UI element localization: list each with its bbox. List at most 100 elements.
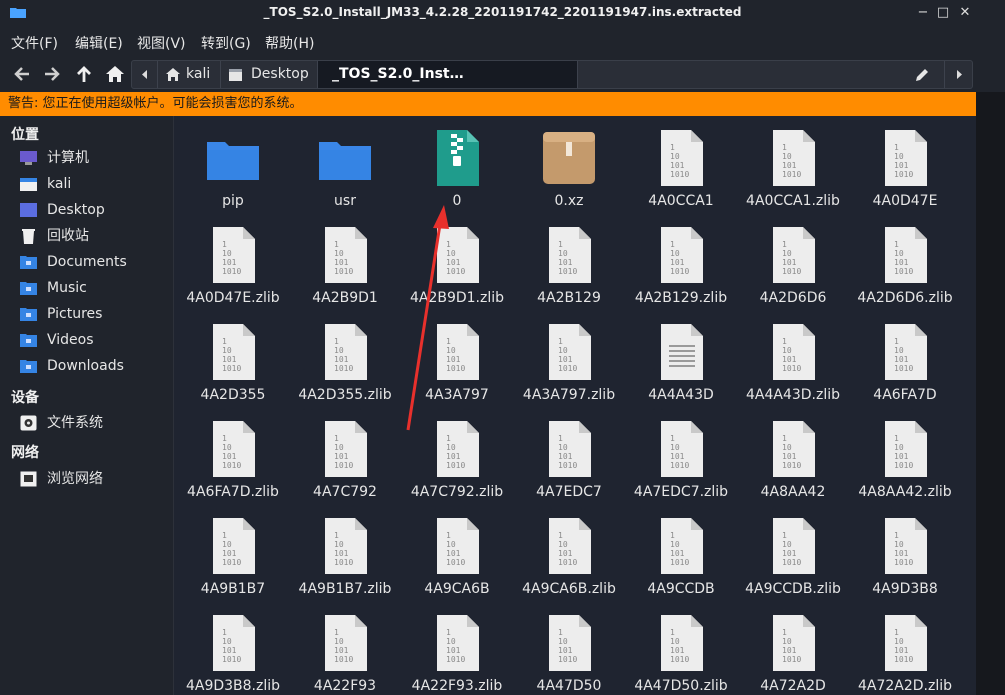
- file-item[interactable]: 1 10 101 1010 4A3A797: [401, 310, 513, 407]
- file-item[interactable]: 1 10 101 1010 4A6FA7D.zlib: [177, 407, 289, 504]
- file-item[interactable]: 1 10 101 1010 4A6FA7D: [849, 310, 961, 407]
- file-item[interactable]: 1 10 101 1010 4A7EDC7: [513, 407, 625, 504]
- binary-file-icon: 1 10 101 1010: [541, 324, 597, 380]
- file-item[interactable]: 1 10 101 1010 4A7EDC7.zlib: [625, 407, 737, 504]
- svg-text:1: 1: [446, 628, 451, 637]
- file-item[interactable]: 1 10 101 1010 4A8AA42.zlib: [849, 407, 961, 504]
- minimize-button[interactable]: −: [915, 5, 931, 21]
- svg-text:1010: 1010: [446, 364, 465, 373]
- back-arrow-icon[interactable]: [11, 63, 33, 85]
- file-name: 4A9CA6B: [424, 581, 490, 597]
- binary-file-icon: 1 10 101 1010: [765, 615, 821, 671]
- menu-edit[interactable]: 编辑(E): [75, 33, 123, 53]
- file-item[interactable]: 0: [401, 116, 513, 213]
- sidebar-item-downloads[interactable]: Downloads: [20, 354, 170, 378]
- file-item[interactable]: 1 10 101 1010 4A9CCDB: [625, 504, 737, 601]
- close-button[interactable]: ✕: [957, 5, 973, 21]
- sidebar-item-pictures[interactable]: Pictures: [20, 302, 170, 326]
- file-item[interactable]: 1 10 101 1010 4A0D47E: [849, 116, 961, 213]
- svg-text:10: 10: [446, 540, 456, 549]
- file-item[interactable]: 1 10 101 1010 4A9CCDB.zlib: [737, 504, 849, 601]
- crumb-kali[interactable]: kali: [158, 61, 221, 88]
- sidebar-item-kali[interactable]: kali: [20, 172, 170, 196]
- file-item[interactable]: 1 10 101 1010 4A0D47E.zlib: [177, 213, 289, 310]
- file-item[interactable]: 0.xz: [513, 116, 625, 213]
- file-item[interactable]: 1 10 101 1010 4A2B9D1: [289, 213, 401, 310]
- svg-text:1010: 1010: [782, 461, 801, 470]
- file-name: 4A0D47E.zlib: [186, 290, 280, 306]
- menu-file[interactable]: 文件(F): [11, 33, 58, 53]
- crumb-current-folder[interactable]: _TOS_S2.0_Inst… 47.ins.extracted: [318, 61, 578, 109]
- svg-text:101: 101: [222, 355, 237, 364]
- file-item[interactable]: 1 10 101 1010 4A72A2D.zlib: [849, 601, 961, 695]
- file-item[interactable]: 1 10 101 1010 4A0CCA1: [625, 116, 737, 213]
- menu-help[interactable]: 帮助(H): [265, 33, 314, 53]
- forward-arrow-icon[interactable]: [41, 63, 63, 85]
- file-item[interactable]: 1 10 101 1010 4A72A2D: [737, 601, 849, 695]
- svg-text:101: 101: [670, 646, 685, 655]
- binary-file-icon: 1 10 101 1010: [765, 518, 821, 574]
- file-item[interactable]: 1 10 101 1010 4A2D355.zlib: [289, 310, 401, 407]
- scrollbar-area[interactable]: [976, 92, 1005, 695]
- file-item[interactable]: 1 10 101 1010 4A2D355: [177, 310, 289, 407]
- folder-icon: [317, 130, 373, 186]
- file-item[interactable]: 1 10 101 1010 4A9B1B7.zlib: [289, 504, 401, 601]
- home-icon[interactable]: [104, 63, 126, 85]
- file-item[interactable]: 1 10 101 1010 4A9CA6B: [401, 504, 513, 601]
- crumb-desktop[interactable]: Desktop: [221, 61, 318, 88]
- sidebar-item-documents[interactable]: Documents: [20, 250, 170, 274]
- file-name: 0: [452, 193, 462, 209]
- file-item[interactable]: 1 10 101 1010 4A9CA6B.zlib: [513, 504, 625, 601]
- file-item[interactable]: 1 10 101 1010 4A47D50.zlib: [625, 601, 737, 695]
- file-item[interactable]: 1 10 101 1010 4A9B1B7: [177, 504, 289, 601]
- computer-icon: [20, 150, 37, 166]
- edit-path-button[interactable]: [912, 65, 944, 85]
- sidebar-item-desktop[interactable]: Desktop: [20, 198, 170, 222]
- zip-archive-icon: [429, 130, 485, 186]
- menu-view[interactable]: 视图(V): [137, 33, 186, 53]
- file-item[interactable]: 1 10 101 1010 4A2B129: [513, 213, 625, 310]
- sidebar-item-music[interactable]: Music: [20, 276, 170, 300]
- svg-text:10: 10: [894, 540, 904, 549]
- maximize-button[interactable]: □: [935, 5, 951, 21]
- file-item[interactable]: 1 10 101 1010 4A8AA42: [737, 407, 849, 504]
- svg-text:101: 101: [670, 549, 685, 558]
- svg-text:1010: 1010: [782, 170, 801, 179]
- svg-text:1: 1: [446, 531, 451, 540]
- file-item[interactable]: 1 10 101 1010 4A0CCA1.zlib: [737, 116, 849, 213]
- sidebar-item-计算机[interactable]: 计算机: [20, 146, 170, 170]
- svg-text:1010: 1010: [334, 558, 353, 567]
- file-name: 4A2B129.zlib: [634, 290, 728, 306]
- file-item[interactable]: 1 10 101 1010 4A2B9D1.zlib: [401, 213, 513, 310]
- file-item[interactable]: 1 10 101 1010 4A9D3B8.zlib: [177, 601, 289, 695]
- file-item[interactable]: 1 10 101 1010 4A2D6D6: [737, 213, 849, 310]
- path-right-arrow[interactable]: [944, 61, 973, 88]
- svg-text:101: 101: [894, 258, 909, 267]
- svg-text:1010: 1010: [558, 655, 577, 664]
- file-item[interactable]: 1 10 101 1010 4A7C792: [289, 407, 401, 504]
- file-item[interactable]: 1 10 101 1010 4A22F93: [289, 601, 401, 695]
- file-item[interactable]: 1 10 101 1010 4A47D50: [513, 601, 625, 695]
- svg-text:10: 10: [222, 249, 232, 258]
- svg-text:1: 1: [670, 531, 675, 540]
- sidebar-item-回收站[interactable]: 回收站: [20, 224, 170, 248]
- menu-go[interactable]: 转到(G): [201, 33, 251, 53]
- file-item[interactable]: 4A4A43D: [625, 310, 737, 407]
- sidebar-item-filesystem[interactable]: 文件系统: [20, 411, 170, 435]
- file-item[interactable]: 1 10 101 1010 4A4A43D.zlib: [737, 310, 849, 407]
- up-arrow-icon[interactable]: [73, 63, 95, 85]
- file-item[interactable]: 1 10 101 1010 4A9D3B8: [849, 504, 961, 601]
- file-item[interactable]: 1 10 101 1010 4A2D6D6.zlib: [849, 213, 961, 310]
- sidebar-item-browse-network[interactable]: 浏览网络: [20, 467, 170, 491]
- file-item[interactable]: 1 10 101 1010 4A3A797.zlib: [513, 310, 625, 407]
- file-item[interactable]: 1 10 101 1010 4A22F93.zlib: [401, 601, 513, 695]
- sidebar-item-videos[interactable]: Videos: [20, 328, 170, 352]
- path-left-arrow[interactable]: [132, 61, 158, 88]
- file-name: 4A7EDC7.zlib: [633, 484, 729, 500]
- file-item[interactable]: 1 10 101 1010 4A2B129.zlib: [625, 213, 737, 310]
- file-item[interactable]: pip: [177, 116, 289, 213]
- file-item[interactable]: usr: [289, 116, 401, 213]
- file-item[interactable]: 1 10 101 1010 4A7C792.zlib: [401, 407, 513, 504]
- svg-text:1: 1: [558, 240, 563, 249]
- file-name: 4A2B129: [537, 290, 601, 306]
